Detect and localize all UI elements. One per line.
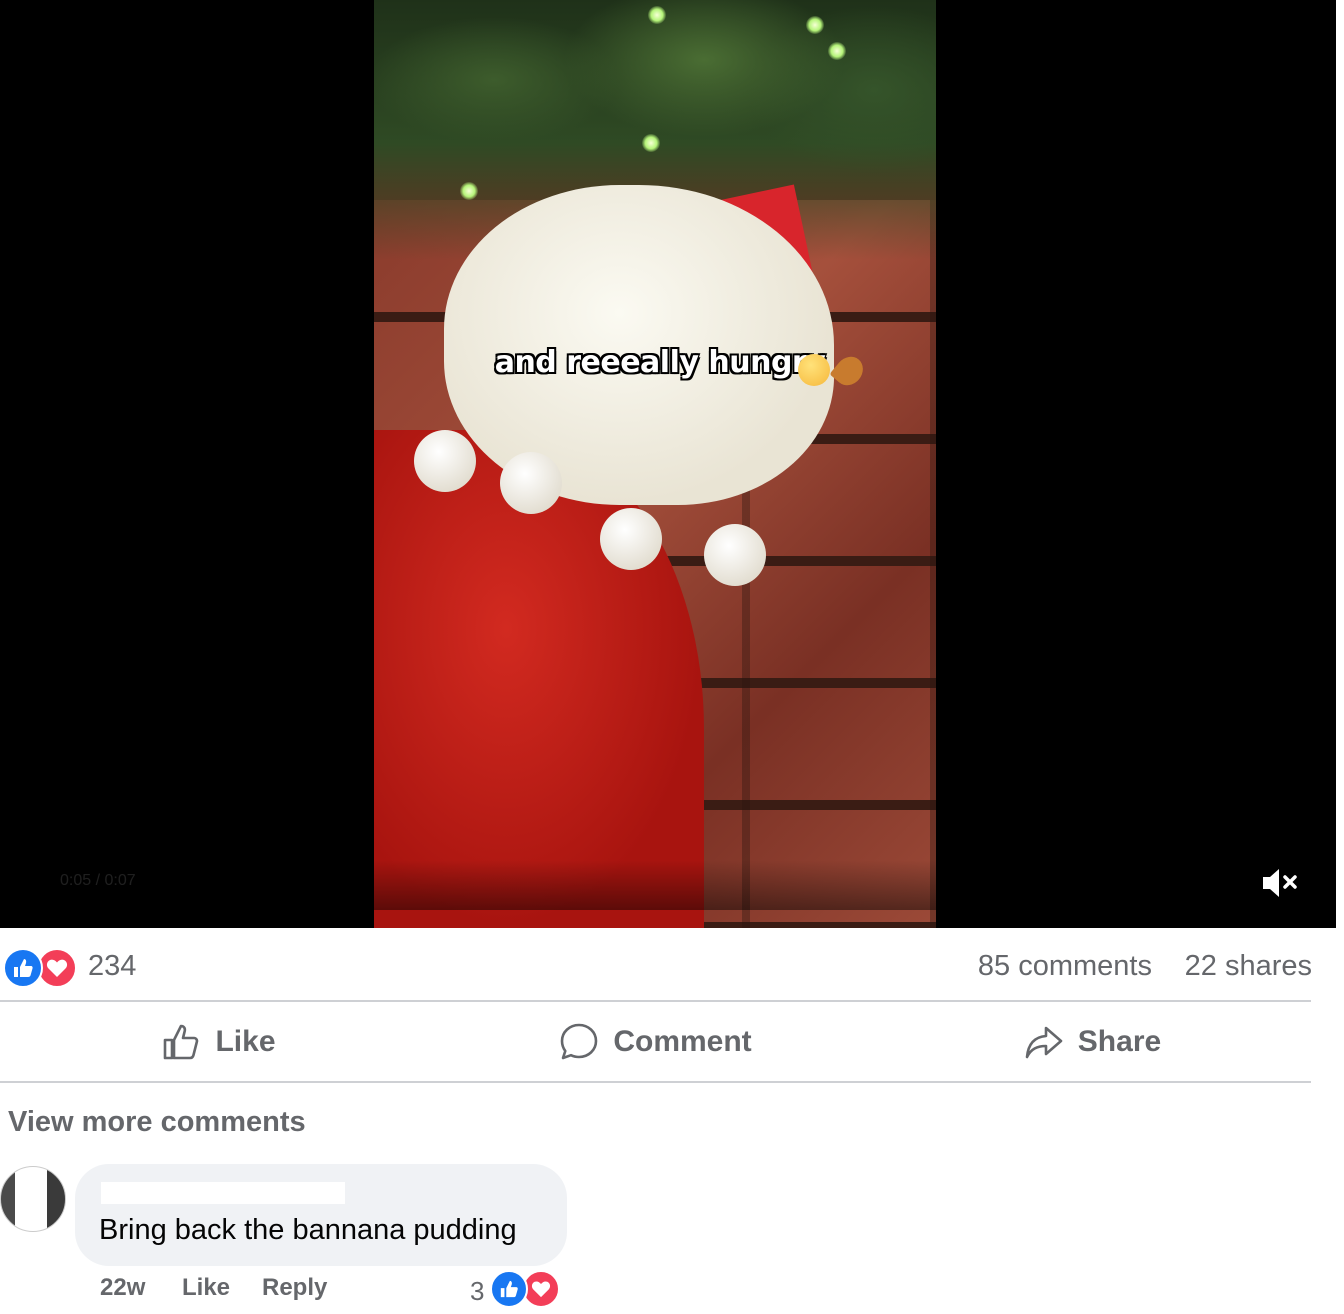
pom-pom xyxy=(600,508,662,570)
comment-author-name[interactable] xyxy=(101,1182,345,1204)
share-label: Share xyxy=(1077,1025,1162,1058)
comment-reply-button[interactable]: Reply xyxy=(262,1274,327,1302)
comment-reaction-count: 3 xyxy=(470,1276,485,1306)
love-reaction-icon xyxy=(37,948,77,988)
comment-bubble-icon xyxy=(561,1023,598,1060)
string-light xyxy=(806,16,824,34)
reaction-summary: 234 85 comments 22 shares xyxy=(0,940,1312,996)
face-savoring-food-icon xyxy=(798,354,830,386)
mute-button[interactable] xyxy=(1258,862,1304,904)
comment-text: Bring back the bannana pudding xyxy=(99,1214,517,1246)
string-light xyxy=(828,42,846,60)
divider xyxy=(0,1081,1311,1083)
video-player[interactable]: and reeeally hungry 0:05 / 0:07 xyxy=(0,0,1336,928)
like-reaction-icon xyxy=(3,948,43,988)
thumbs-up-icon xyxy=(164,1024,199,1060)
post-actions: Like Comment Share xyxy=(0,1002,1311,1082)
like-reaction-icon xyxy=(490,1270,528,1308)
comment-button[interactable]: Comment xyxy=(437,1002,874,1082)
comment-bubble: Bring back the bannana pudding xyxy=(75,1164,567,1266)
shares-count-link[interactable]: 22 shares xyxy=(1185,950,1312,983)
avatar[interactable] xyxy=(0,1166,66,1232)
like-label: Like xyxy=(215,1025,276,1058)
comment-timestamp[interactable]: 22w xyxy=(100,1274,145,1302)
string-light xyxy=(460,182,478,200)
comment-reactions[interactable]: 3 xyxy=(470,1270,570,1310)
reaction-count[interactable]: 234 xyxy=(88,950,136,983)
comments-count-link[interactable]: 85 comments xyxy=(978,950,1152,983)
pom-pom xyxy=(704,524,766,586)
comment-like-button[interactable]: Like xyxy=(182,1274,230,1302)
video-controls xyxy=(0,860,1336,910)
pom-pom xyxy=(414,430,476,492)
comment-label: Comment xyxy=(613,1025,752,1058)
view-more-comments-link[interactable]: View more comments xyxy=(8,1106,306,1139)
reaction-icons[interactable] xyxy=(3,948,77,988)
like-button[interactable]: Like xyxy=(0,1002,437,1082)
muted-speaker-icon xyxy=(1263,869,1297,897)
string-light xyxy=(642,134,660,152)
share-arrow-icon xyxy=(1025,1026,1063,1059)
video-time: 0:05 / 0:07 xyxy=(60,872,136,889)
pom-pom xyxy=(500,452,562,514)
share-button[interactable]: Share xyxy=(874,1002,1311,1082)
video-frame[interactable]: and reeeally hungry xyxy=(374,0,936,928)
string-light xyxy=(648,6,666,24)
